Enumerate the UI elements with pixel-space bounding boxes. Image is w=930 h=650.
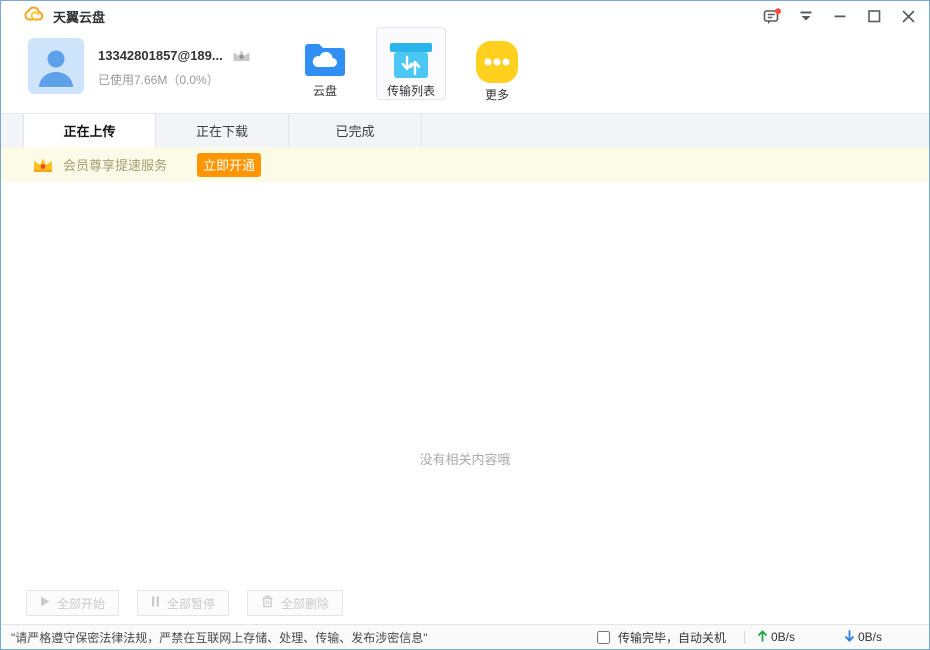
cloud-logo-icon [23, 6, 45, 27]
download-speed: 0B/s [845, 630, 882, 645]
activate-member-button[interactable]: 立即开通 [197, 153, 261, 177]
status-bar: "请严格遵守保密法律法规，严禁在互联网上存储、处理、传输、发布涉密信息" 传输完… [1, 624, 929, 649]
batch-actions: 全部开始 全部暂停 全部删除 [26, 590, 343, 616]
pause-all-label: 全部暂停 [167, 595, 215, 612]
nav-label: 更多 [485, 86, 509, 103]
main-nav: 云盘 传输列表 更多 [290, 27, 532, 100]
banner-text: 会员尊享提速服务 [63, 155, 167, 174]
tab-completed[interactable]: 已完成 [289, 114, 422, 147]
more-dots-icon [475, 40, 519, 84]
delete-all-label: 全部删除 [281, 595, 329, 612]
tab-uploading[interactable]: 正在上传 [23, 114, 156, 147]
app-window: 天翼云盘 [0, 0, 930, 650]
transfer-tabs: 正在上传 正在下载 已完成 [1, 113, 929, 147]
nav-item-more[interactable]: 更多 [462, 27, 532, 100]
message-icon[interactable] [755, 1, 789, 31]
start-all-label: 全部开始 [57, 595, 105, 612]
member-banner: 会员尊享提速服务 立即开通 [1, 147, 929, 182]
upload-arrow-icon [758, 630, 767, 645]
play-icon [40, 596, 50, 610]
minimize-icon[interactable] [823, 1, 857, 31]
account-row: 13342801857@189... [98, 47, 252, 64]
cloud-folder-icon [302, 40, 348, 80]
trash-icon [261, 595, 274, 611]
status-right: 传输完毕，自动关机 0B/s 0B/s [597, 629, 882, 646]
member-crown-icon [231, 47, 252, 64]
nav-label: 传输列表 [387, 82, 435, 99]
security-notice: "请严格遵守保密法律法规，严禁在互联网上存储、处理、传输、发布涉密信息" [11, 629, 428, 646]
empty-state-text: 没有相关内容哦 [1, 449, 929, 468]
pause-icon [151, 596, 160, 610]
app-logo: 天翼云盘 [23, 1, 105, 31]
maximize-icon[interactable] [857, 1, 891, 31]
auto-shutdown-label[interactable]: 传输完毕，自动关机 [618, 629, 726, 646]
delete-all-button[interactable]: 全部删除 [247, 590, 343, 616]
window-controls [755, 1, 925, 31]
close-icon[interactable] [891, 1, 925, 31]
app-title: 天翼云盘 [53, 7, 105, 26]
avatar[interactable] [28, 38, 84, 94]
start-all-button[interactable]: 全部开始 [26, 590, 119, 616]
download-arrow-icon [845, 630, 854, 645]
pause-all-button[interactable]: 全部暂停 [137, 590, 229, 616]
upload-speed-value: 0B/s [771, 630, 795, 644]
tab-downloading[interactable]: 正在下载 [156, 114, 289, 147]
storage-usage: 已使用7.66M（0.0%） [98, 71, 219, 88]
nav-item-transfer-list[interactable]: 传输列表 [376, 27, 446, 100]
transfer-box-icon [389, 40, 433, 80]
gold-crown-icon [31, 155, 55, 175]
account-name: 13342801857@189... [98, 48, 223, 63]
nav-item-cloud-disk[interactable]: 云盘 [290, 27, 360, 100]
tray-arrow-icon[interactable] [789, 1, 823, 31]
divider [744, 631, 745, 644]
auto-shutdown-checkbox[interactable] [597, 631, 610, 644]
upload-speed: 0B/s [758, 630, 795, 645]
nav-label: 云盘 [313, 82, 337, 99]
download-speed-value: 0B/s [858, 630, 882, 644]
